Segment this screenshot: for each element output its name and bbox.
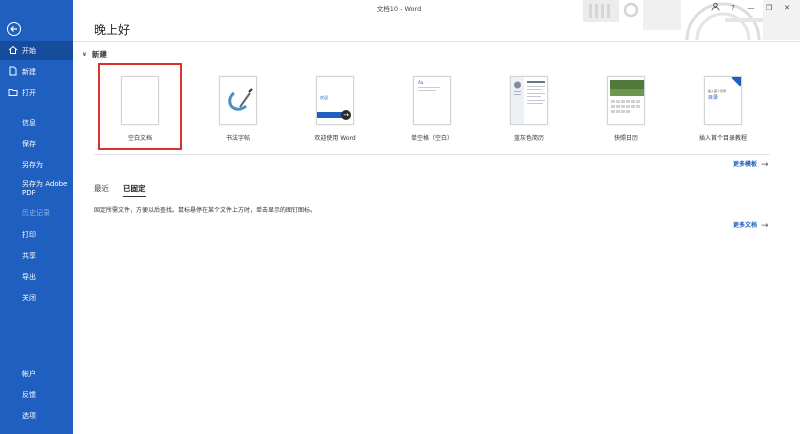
template-calligraphy[interactable]: 书法字帖 [198, 76, 278, 142]
title-bar: 文档10 - Word ? — ❐ ✕ [73, 0, 800, 16]
document-tabs: 最近 已固定 [94, 183, 160, 197]
sidebar-item-save-as-pdf[interactable]: 另存为 Adobe PDF [0, 178, 73, 200]
tab-recent[interactable]: 最近 [94, 183, 109, 197]
template-thumbnail [607, 76, 645, 125]
arrow-right-icon: → [341, 110, 351, 120]
sidebar-item-share[interactable]: 共享 [0, 246, 73, 265]
account-icon[interactable] [709, 2, 721, 14]
sidebar-item-label: 新建 [22, 67, 36, 76]
backstage-sidebar: 开始 新建 打开 信息 保存 另存为 另存为 Adobe PDF 历史记录 打印… [0, 0, 73, 434]
template-label: 插入首个目录教程 [698, 135, 747, 142]
more-templates-label: 更多模板 [733, 161, 758, 168]
sidebar-item-label: 关闭 [22, 293, 36, 302]
sidebar-item-new[interactable]: 新建 [0, 62, 73, 81]
new-section-header[interactable]: ∨ 新建 [82, 49, 107, 60]
template-label: 快照日历 [613, 135, 638, 142]
more-documents-label: 更多文档 [733, 222, 758, 229]
minimize-button[interactable]: — [745, 2, 757, 14]
template-label: 单空格（空白） [410, 135, 453, 142]
arrow-right-icon: → [761, 221, 769, 231]
sidebar-item-label: 导出 [22, 272, 36, 281]
template-label: 蓝灰色简历 [513, 135, 544, 142]
new-section-title: 新建 [91, 50, 107, 59]
template-thumbnail [510, 76, 548, 125]
window-title: 文档10 - Word [376, 5, 422, 13]
sidebar-item-history: 历史记录 [0, 203, 73, 222]
back-arrow-icon[interactable] [7, 22, 21, 36]
sidebar-item-label: 开始 [22, 46, 36, 55]
sidebar-item-label: 另存为 Adobe PDF [22, 180, 68, 197]
chevron-down-icon: ∨ [82, 51, 87, 58]
template-label: 欢迎使用 Word [314, 135, 356, 142]
sidebar-item-options[interactable]: 选项 [0, 406, 73, 425]
template-toc-tutorial[interactable]: 插入首个目录 目录 插入首个目录教程 [683, 76, 763, 142]
sidebar-item-home[interactable]: 开始 [0, 41, 73, 60]
sidebar-item-save[interactable]: 保存 [0, 134, 73, 153]
sidebar-item-label: 信息 [22, 118, 36, 127]
template-snapshot-calendar[interactable]: 快照日历 [586, 76, 666, 142]
sidebar-item-label: 保存 [22, 139, 36, 148]
selection-highlight [98, 63, 182, 150]
more-templates-link[interactable]: 更多模板 → [733, 159, 769, 170]
thumb-text: Aa [418, 80, 424, 85]
tab-pinned[interactable]: 已固定 [123, 183, 146, 197]
sidebar-item-label: 打开 [22, 88, 36, 97]
home-icon [8, 45, 18, 54]
sidebar-item-label: 帐户 [22, 369, 36, 378]
template-thumbnail: 插入首个目录 目录 [704, 76, 742, 125]
header-divider [73, 41, 800, 42]
template-thumbnail: Aa [413, 76, 451, 125]
thumb-text: 欢迎 [320, 95, 328, 100]
sidebar-item-label: 历史记录 [22, 208, 50, 217]
sidebar-item-close[interactable]: 关闭 [0, 288, 73, 307]
template-welcome-word[interactable]: 欢迎 → 欢迎使用 Word [295, 76, 375, 142]
folder-icon [8, 89, 18, 96]
template-thumbnail [219, 76, 257, 125]
sidebar-item-export[interactable]: 导出 [0, 267, 73, 286]
sidebar-item-account[interactable]: 帐户 [0, 364, 73, 383]
more-documents-link[interactable]: 更多文档 → [733, 220, 769, 231]
thumb-small-text: 插入首个目录 [708, 89, 727, 93]
arrow-right-icon: → [761, 160, 769, 170]
sidebar-item-info[interactable]: 信息 [0, 113, 73, 132]
restore-button[interactable]: ❐ [763, 2, 775, 14]
new-document-icon [9, 66, 17, 76]
greeting-heading: 晚上好 [94, 23, 131, 37]
sidebar-item-open[interactable]: 打开 [0, 83, 73, 102]
section-divider [94, 154, 770, 155]
sidebar-item-label: 另存为 [22, 160, 43, 169]
sidebar-item-label: 选项 [22, 411, 36, 420]
sidebar-item-print[interactable]: 打印 [0, 225, 73, 244]
template-blue-gray-resume[interactable]: 蓝灰色简历 [489, 76, 569, 142]
sidebar-item-save-as[interactable]: 另存为 [0, 155, 73, 174]
close-button[interactable]: ✕ [781, 2, 793, 14]
sidebar-item-label: 共享 [22, 251, 36, 260]
help-icon[interactable]: ? [727, 2, 739, 14]
thumb-text: 目录 [708, 95, 719, 101]
sidebar-item-label: 反馈 [22, 390, 36, 399]
sidebar-item-feedback[interactable]: 反馈 [0, 385, 73, 404]
pinned-description: 固定所需文件，方便以后查找。鼠标悬停在某个文件上方时，单击显示的图钉图标。 [94, 207, 317, 214]
template-label: 书法字帖 [225, 135, 250, 142]
template-thumbnail: 欢迎 → [316, 76, 354, 125]
calligraphy-icon [228, 88, 253, 111]
template-single-spaced[interactable]: Aa 单空格（空白） [392, 76, 472, 142]
sidebar-item-label: 打印 [22, 230, 36, 239]
